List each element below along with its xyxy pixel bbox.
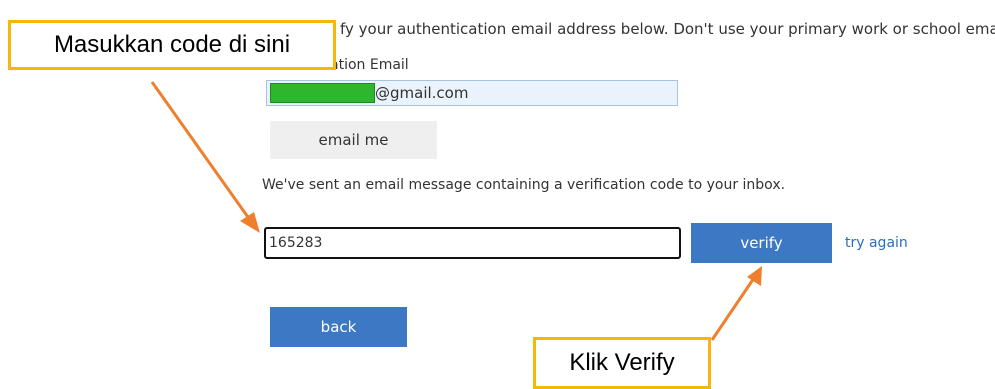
authentication-email-field[interactable]: @gmail.com: [266, 80, 678, 106]
enter-code-callout: Masukkan code di sini: [8, 20, 336, 70]
verify-button[interactable]: verify: [691, 223, 832, 263]
arrow-to-code-icon: [150, 81, 260, 233]
email-redaction-mark: [270, 83, 375, 103]
sent-code-message: We've sent an email message containing a…: [262, 177, 786, 193]
click-verify-callout: Klik Verify: [533, 337, 711, 389]
email-domain-text: @gmail.com: [375, 84, 469, 102]
verification-code-input[interactable]: [264, 227, 681, 259]
back-button[interactable]: back: [270, 307, 407, 347]
email-me-button[interactable]: email me: [270, 121, 437, 159]
instructions-text: fy your authentication email address bel…: [340, 20, 995, 38]
arrow-to-verify-icon: [710, 266, 762, 341]
try-again-link[interactable]: try again: [845, 235, 908, 251]
authentication-email-label: ation Email: [330, 57, 409, 73]
